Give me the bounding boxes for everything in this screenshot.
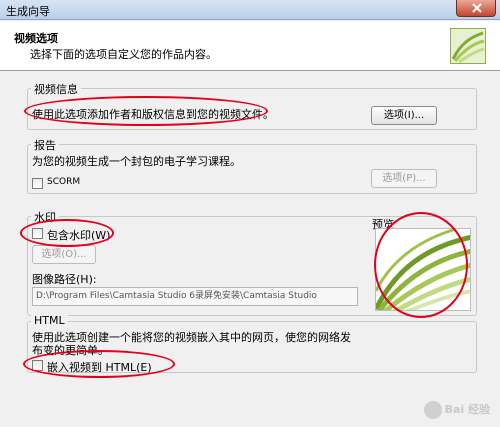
- video-info-legend: 视频信息: [31, 81, 81, 97]
- include-watermark-checkbox[interactable]: [32, 228, 43, 239]
- page-subtitle: 选择下面的选项自定义您的作品内容。: [30, 48, 217, 61]
- baidu-watermark: Bai 经验: [423, 401, 490, 419]
- report-options-button[interactable]: 选项(P)...: [371, 169, 437, 188]
- video-info-options-button[interactable]: 选项(I)...: [371, 106, 437, 125]
- leaf-preview-image: [376, 229, 470, 310]
- scorm-checkbox[interactable]: [32, 178, 43, 189]
- report-description: 为您的视频生成一个封包的电子学习课程。: [32, 155, 241, 168]
- paw-icon: [423, 401, 442, 419]
- title-bar: 生成向导: [0, 0, 500, 20]
- watermark-options-button[interactable]: 选项(O)...: [32, 245, 96, 264]
- image-path-field[interactable]: D:\Program Files\Camtasia Studio 6录屏免安装\…: [32, 287, 358, 306]
- include-watermark-label[interactable]: 包含水印(W): [47, 227, 110, 243]
- page-title: 视频选项: [14, 32, 58, 45]
- watermark-legend: 水印: [31, 209, 59, 225]
- close-icon: [472, 3, 482, 13]
- video-info-description: 使用此选项添加作者和版权信息到您的视频文件。: [32, 108, 274, 121]
- scorm-label[interactable]: SCORM: [47, 177, 80, 187]
- embed-html-label[interactable]: 嵌入视频到 HTML(E): [47, 359, 152, 375]
- html-description-line2: 布变的更简单。: [32, 344, 109, 357]
- leaf-logo-icon: [451, 31, 485, 64]
- camtasia-logo: [450, 28, 486, 64]
- html-legend: HTML: [31, 314, 68, 327]
- report-legend: 报告: [31, 137, 59, 153]
- baidu-watermark-text: Bai 经验: [444, 403, 490, 416]
- embed-html-checkbox[interactable]: [32, 360, 43, 371]
- image-path-label: 图像路径(H):: [32, 273, 97, 286]
- close-button[interactable]: [456, 0, 496, 17]
- watermark-preview: [375, 228, 471, 311]
- window-title: 生成向导: [6, 5, 50, 18]
- wizard-header: 视频选项 选择下面的选项自定义您的作品内容。: [0, 21, 500, 71]
